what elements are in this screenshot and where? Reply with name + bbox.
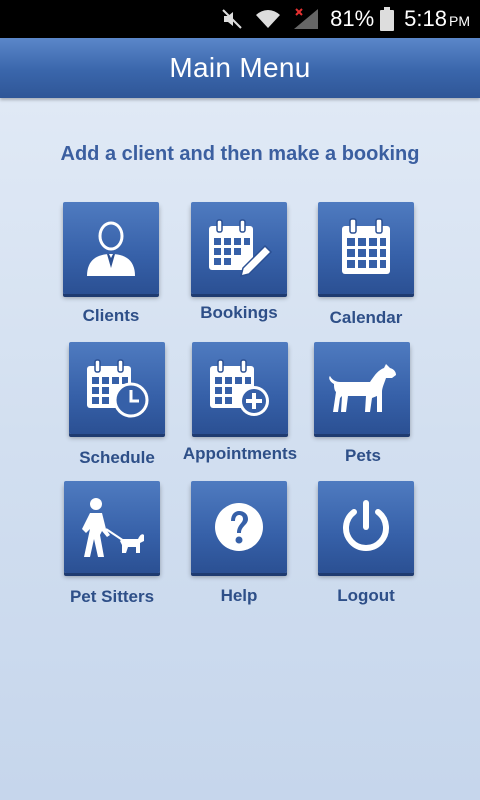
battery-icon	[380, 7, 395, 31]
page-title: Main Menu	[169, 52, 311, 83]
pet-sitters-button[interactable]	[64, 481, 160, 573]
help-button[interactable]	[191, 481, 287, 573]
logout-label: Logout	[337, 586, 395, 605]
schedule-label: Schedule	[79, 448, 155, 467]
dog-icon	[329, 364, 396, 412]
instruction-text: Add a client and then make a booking	[60, 143, 420, 165]
status-bar: 81% 5:18 PM	[0, 0, 480, 38]
help-icon	[215, 503, 263, 551]
bookings-button[interactable]	[191, 202, 287, 294]
appointments-button[interactable]	[192, 342, 288, 434]
dog-walker-icon	[82, 498, 144, 557]
calendar-icon	[342, 218, 390, 274]
client-person-icon	[87, 221, 135, 276]
appointments-label: Appointments	[182, 444, 298, 463]
pets-label: Pets	[345, 446, 381, 465]
calendar-clock-icon	[87, 359, 149, 418]
clock: 5:18 PM	[404, 6, 470, 32]
calendar-edit-icon	[209, 219, 273, 278]
bookings-label: Bookings	[200, 303, 278, 322]
clock-ampm: PM	[449, 13, 470, 29]
power-icon	[343, 500, 389, 551]
clock-time: 5:18	[404, 6, 447, 31]
battery-percent: 81%	[330, 6, 375, 31]
signal-icon	[292, 7, 320, 31]
clients-label: Clients	[82, 306, 140, 325]
title-bar: Main Menu	[0, 38, 480, 98]
pets-button[interactable]	[314, 342, 410, 434]
wifi-icon	[254, 8, 282, 30]
mute-icon	[220, 7, 244, 31]
help-label: Help	[220, 586, 258, 605]
calendar-button[interactable]	[318, 202, 414, 294]
pet-sitters-label: Pet Sitters	[69, 587, 155, 606]
schedule-button[interactable]	[69, 342, 165, 434]
calendar-add-icon	[210, 359, 269, 416]
logout-button[interactable]	[318, 481, 414, 573]
clients-button[interactable]	[63, 202, 159, 294]
calendar-label: Calendar	[329, 308, 403, 327]
